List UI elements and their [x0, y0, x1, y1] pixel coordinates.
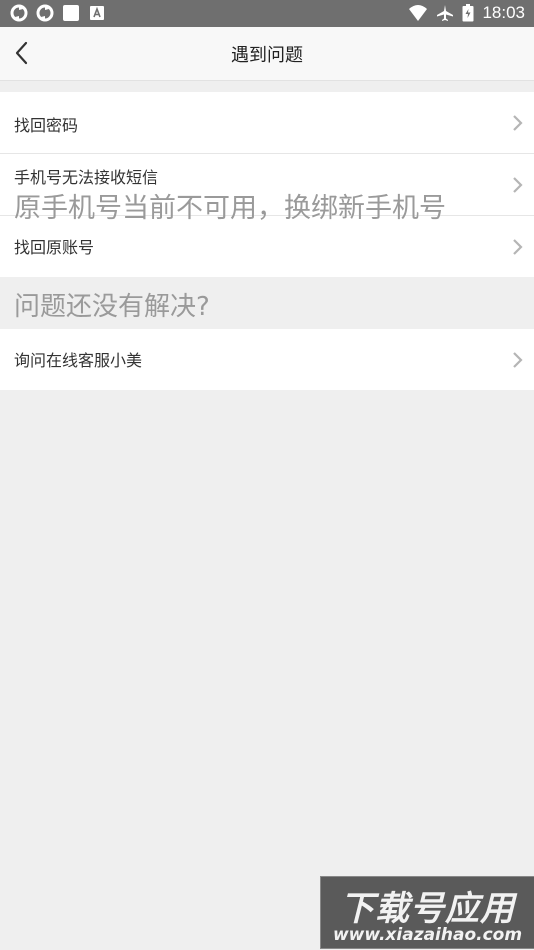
status-time: 18:03 [482, 3, 525, 22]
airplane-icon [437, 5, 454, 21]
chevron-right-icon [513, 115, 523, 131]
watermark: 下载号应用 www.xiazaihao.com [320, 876, 534, 949]
list-item-online-support[interactable]: 询问在线客服小美 [0, 329, 534, 390]
status-bar: 18:03 [0, 0, 534, 27]
page-title: 遇到问题 [231, 45, 303, 66]
chevron-right-icon [513, 239, 523, 255]
square-icon [63, 5, 79, 21]
list-item-label: 找回密码 [14, 116, 79, 135]
list-item-label: 询问在线客服小美 [14, 351, 143, 370]
chevron-right-icon [513, 177, 523, 193]
problem-list: 找回密码 手机号无法接收短信 找回原账号 [0, 92, 534, 277]
status-left-icons [10, 4, 106, 22]
nav-bar: 遇到问题 [0, 27, 534, 81]
status-right-icons: 18:03 [408, 3, 525, 23]
watermark-url: www.xiazaihao.com [332, 925, 523, 945]
support-list: 询问在线客服小美 [0, 329, 534, 390]
sync-icon [10, 4, 28, 22]
list-item-label: 找回原账号 [14, 238, 95, 257]
chevron-right-icon [513, 352, 523, 368]
list-item-recover-password[interactable]: 找回密码 [0, 92, 534, 153]
watermark-title: 下载号应用 [340, 889, 515, 929]
font-icon [90, 6, 104, 20]
overlay-description: 原手机号当前不可用，换绑新手机号 [14, 193, 446, 224]
sync-icon [36, 4, 54, 22]
battery-icon [462, 4, 474, 22]
section-title: 问题还没有解决? [14, 292, 210, 322]
wifi-icon [409, 5, 428, 21]
list-item-label: 手机号无法接收短信 [14, 168, 159, 187]
